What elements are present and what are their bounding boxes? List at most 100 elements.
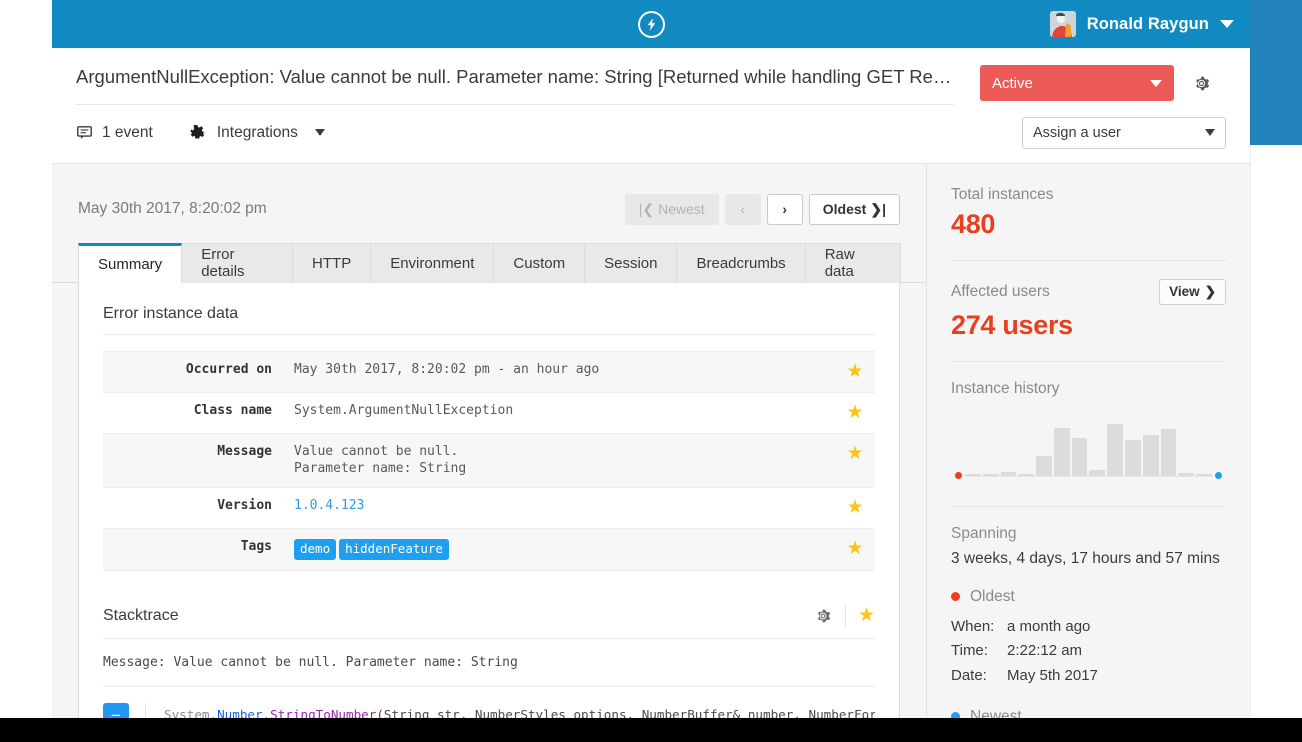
newest-button[interactable]: |❮ Newest [624, 193, 719, 225]
error-instance-table: Occurred on May 30th 2017, 8:20:02 pm - a… [103, 351, 875, 571]
table-row: Version 1.0.4.123 ★ [103, 487, 875, 529]
tab-raw-data[interactable]: Raw data [804, 242, 901, 283]
oldest-date-value: May 5th 2017 [1007, 666, 1098, 684]
star-icon[interactable]: ★ [846, 539, 863, 558]
divider [844, 604, 846, 627]
top-navigation-bar: Ronald Raygun [52, 0, 1250, 48]
row-value-line: Value cannot be null. [294, 443, 459, 459]
total-instances-value: 480 [951, 208, 996, 239]
error-header: ArgumentNullException: Value cannot be n… [52, 48, 1250, 163]
tag-chip[interactable]: hiddenFeature [339, 539, 449, 560]
star-icon[interactable]: ★ [846, 444, 863, 463]
row-key: Class name [193, 402, 272, 418]
app-root: Ronald Raygun ArgumentNullException: Val… [0, 0, 1302, 742]
affected-users-label: Affected users [951, 282, 1050, 300]
view-affected-users-button[interactable]: View ❯ [1159, 278, 1226, 305]
total-instances-block: Total instances 480 [951, 186, 1226, 261]
row-key: Message [217, 443, 272, 459]
chevron-down-icon [1205, 129, 1215, 137]
assign-user-select[interactable]: Assign a user [1022, 116, 1226, 149]
tab-session[interactable]: Session [584, 242, 678, 283]
puzzle-piece-icon [190, 125, 206, 139]
instance-history-block: Instance history [951, 380, 1226, 507]
error-instance-data-heading: Error instance data [103, 305, 875, 335]
newest-label: Newest [658, 201, 705, 218]
row-key: Occurred on [185, 361, 272, 377]
tab-summary[interactable]: Summary [78, 242, 183, 284]
integrations-dropdown[interactable]: Integrations [189, 123, 325, 142]
row-key: Version [217, 498, 272, 514]
chart-bar [1053, 427, 1070, 476]
backdrop-right-shape [1250, 0, 1302, 145]
tag-chip[interactable]: demo [294, 539, 337, 560]
oldest-time-row: Time: 2:22:12 am [951, 639, 1226, 663]
app-card: Ronald Raygun ArgumentNullException: Val… [52, 0, 1250, 742]
user-menu[interactable]: Ronald Raygun [1049, 0, 1234, 48]
row-value: System.ArgumentNullException [294, 402, 514, 418]
oldest-title: Oldest [970, 587, 1015, 605]
tab-custom[interactable]: Custom [493, 242, 586, 283]
error-header-meta-row: 1 event Integrations Assign a user [76, 105, 1226, 163]
affected-users-value: 274 users [951, 309, 1073, 340]
oldest-date-key: Date: [951, 666, 987, 684]
comment-icon [77, 126, 92, 140]
tab-error-details[interactable]: Error details [181, 242, 294, 283]
table-row: Message Value cannot be null. Parameter na… [103, 433, 875, 488]
row-key: Tags [240, 539, 272, 555]
row-star-cell: ★ [835, 392, 875, 433]
row-value: May 30th 2017, 8:20:02 pm - an hour ago [294, 361, 600, 377]
status-dropdown-button[interactable]: Active [980, 65, 1174, 101]
star-icon[interactable]: ★ [846, 362, 863, 381]
spanning-block: Spanning 3 weeks, 4 days, 17 hours and 5… [951, 525, 1226, 742]
row-star-cell: ★ [835, 433, 875, 487]
row-value: 1.0.4.123 [288, 488, 835, 529]
lightning-bolt-icon[interactable] [637, 10, 665, 38]
summary-panel: Error instance data Occurred on May 30th … [78, 282, 900, 742]
events-count[interactable]: 1 event [76, 124, 153, 142]
body-split: May 30th 2017, 8:20:02 pm |❮ Newest ‹ › [52, 162, 1250, 742]
status-label: Active [992, 74, 1033, 92]
tab-http[interactable]: HTTP [292, 242, 372, 283]
chart-bar [1160, 428, 1177, 476]
tab-environment[interactable]: Environment [370, 242, 495, 283]
star-icon[interactable]: ★ [858, 606, 875, 625]
previous-button[interactable]: ‹ [724, 193, 761, 225]
oldest-time-value: 2:22:12 am [1007, 642, 1083, 660]
version-link[interactable]: 1.0.4.123 [294, 498, 364, 513]
oldest-marker-dot [953, 469, 964, 481]
oldest-label: Oldest [822, 201, 867, 218]
chart-bar [1142, 434, 1159, 476]
last-chevron-icon: ❯| [870, 200, 886, 217]
table-row: Class name System.ArgumentNullException ★ [103, 392, 875, 434]
chart-baseline [965, 475, 1212, 477]
tab-label: Session [604, 254, 658, 272]
affected-users-block: Affected users View ❯ 274 users [951, 278, 1226, 362]
chevron-down-icon [1150, 79, 1162, 87]
next-button[interactable]: › [766, 193, 803, 225]
star-icon[interactable]: ★ [846, 403, 863, 422]
instance-nav-buttons: |❮ Newest ‹ › Oldest ❯| [624, 193, 900, 225]
gear-icon [1195, 76, 1209, 90]
chevron-down-icon[interactable] [1220, 20, 1234, 28]
star-icon[interactable]: ★ [846, 498, 863, 517]
stacktrace-settings-button[interactable] [813, 605, 833, 627]
stacktrace-actions: ★ [797, 604, 875, 627]
view-button-label: View [1169, 284, 1200, 300]
row-value: demo hiddenFeature [288, 529, 835, 570]
section-title-label: Error instance data [103, 304, 239, 322]
instance-history-chart[interactable] [951, 414, 1226, 486]
spanning-value: 3 weeks, 4 days, 17 hours and 57 mins [951, 549, 1220, 567]
instance-navigation: May 30th 2017, 8:20:02 pm |❮ Newest ‹ › [52, 164, 926, 225]
oldest-button[interactable]: Oldest ❯| [808, 193, 900, 225]
oldest-when-value: a month ago [1007, 617, 1091, 635]
chevron-right-icon: ❯ [1204, 283, 1216, 299]
tab-breadcrumbs[interactable]: Breadcrumbs [676, 242, 806, 283]
oldest-dot-icon [951, 592, 960, 602]
affected-users-row: Affected users View ❯ [951, 278, 1226, 305]
integrations-label: Integrations [216, 123, 298, 141]
stacktrace-message: Message: Value cannot be null. Parameter… [103, 639, 875, 687]
screenshot-crop-bar [0, 718, 1302, 742]
settings-button[interactable] [1190, 65, 1212, 101]
error-header-top-row: ArgumentNullException: Value cannot be n… [76, 48, 1226, 105]
oldest-when-key: When: [951, 617, 995, 635]
